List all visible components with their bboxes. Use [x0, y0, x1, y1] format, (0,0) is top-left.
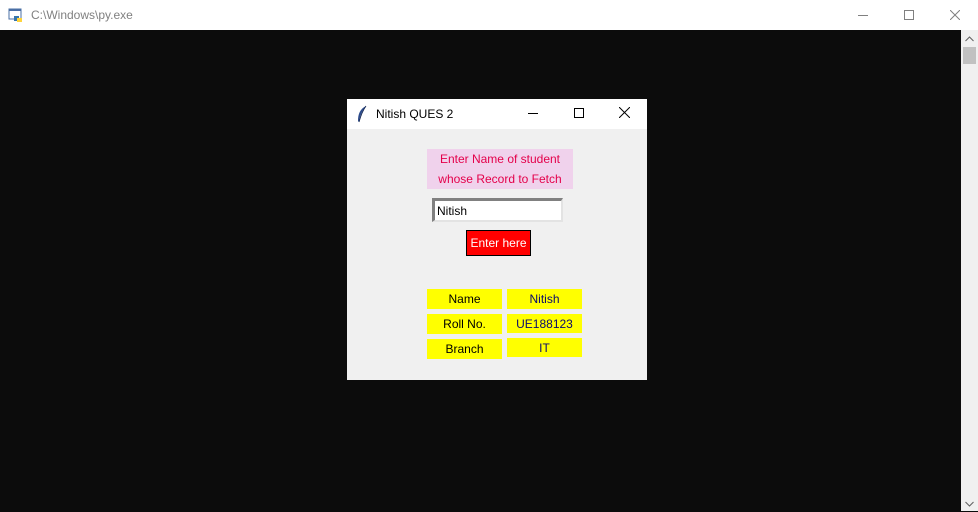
minimize-icon	[858, 10, 868, 20]
enter-here-button[interactable]: Enter here	[466, 230, 531, 256]
chevron-down-icon	[965, 494, 974, 512]
console-window-title: C:\Windows\py.exe	[31, 8, 133, 22]
chevron-up-icon	[965, 29, 974, 47]
close-icon	[618, 105, 630, 123]
console-maximize-button[interactable]	[886, 0, 932, 30]
console-scrollbar[interactable]	[961, 30, 978, 511]
scroll-down-button[interactable]	[961, 495, 978, 511]
maximize-icon	[574, 105, 584, 123]
record-label-roll-no: Roll No.	[427, 314, 502, 334]
record-value-name: Nitish	[507, 289, 582, 309]
tk-feather-icon	[356, 105, 368, 123]
close-icon	[950, 10, 960, 20]
console-minimize-button[interactable]	[840, 0, 886, 30]
tk-app-window: Nitish QUES 2 Enter Name of student whos…	[347, 99, 647, 380]
tk-maximize-button[interactable]	[556, 99, 602, 129]
tk-close-button[interactable]	[601, 99, 647, 129]
minimize-icon	[528, 105, 538, 123]
record-value-branch: IT	[507, 338, 582, 357]
tk-minimize-button[interactable]	[510, 99, 556, 129]
record-label-name: Name	[427, 289, 502, 309]
console-titlebar: C:\Windows\py.exe	[0, 0, 978, 30]
prompt-line-1: Enter Name of student	[439, 152, 561, 166]
record-label-branch: Branch	[427, 339, 502, 359]
student-name-input[interactable]	[432, 198, 563, 222]
tk-window-title: Nitish QUES 2	[376, 107, 454, 121]
prompt-label: Enter Name of student whose Record to Fe…	[427, 149, 573, 189]
record-value-roll-no: UE188123	[507, 314, 582, 333]
scroll-up-button[interactable]	[961, 30, 978, 46]
maximize-icon	[904, 10, 914, 20]
python-console-icon	[8, 7, 24, 23]
console-close-button[interactable]	[932, 0, 978, 30]
scroll-thumb[interactable]	[963, 47, 976, 64]
tk-titlebar: Nitish QUES 2	[347, 99, 647, 129]
prompt-line-2: whose Record to Fetch	[438, 172, 562, 186]
